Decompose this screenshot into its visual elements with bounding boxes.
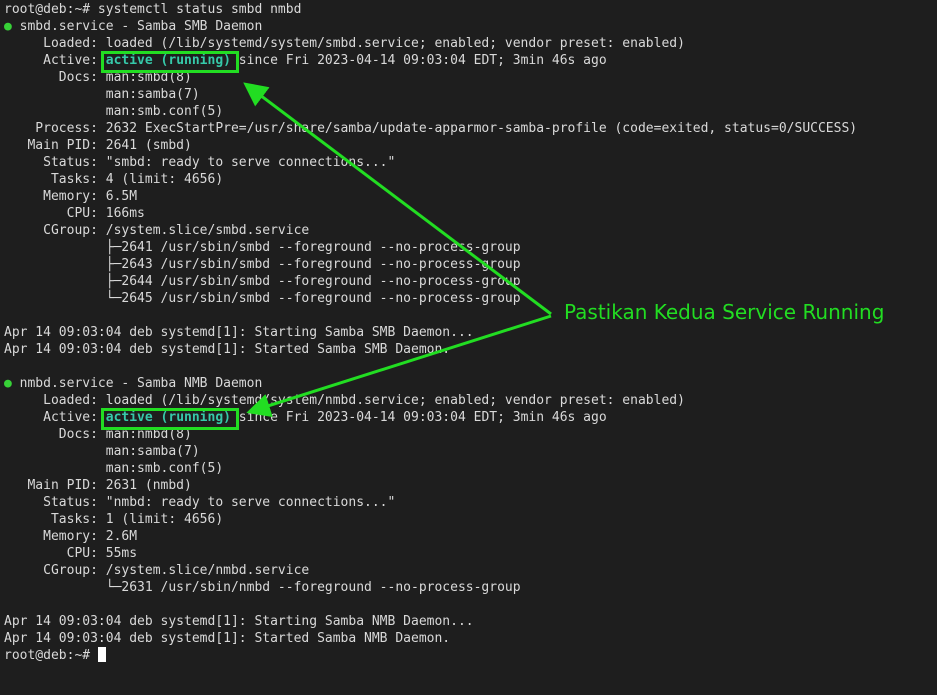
arrow-to-nmbd <box>246 314 552 417</box>
annotation-label: Pastikan Kedua Service Running <box>564 300 885 324</box>
arrow-to-smbd <box>243 82 552 316</box>
annotation-arrows <box>243 82 552 417</box>
